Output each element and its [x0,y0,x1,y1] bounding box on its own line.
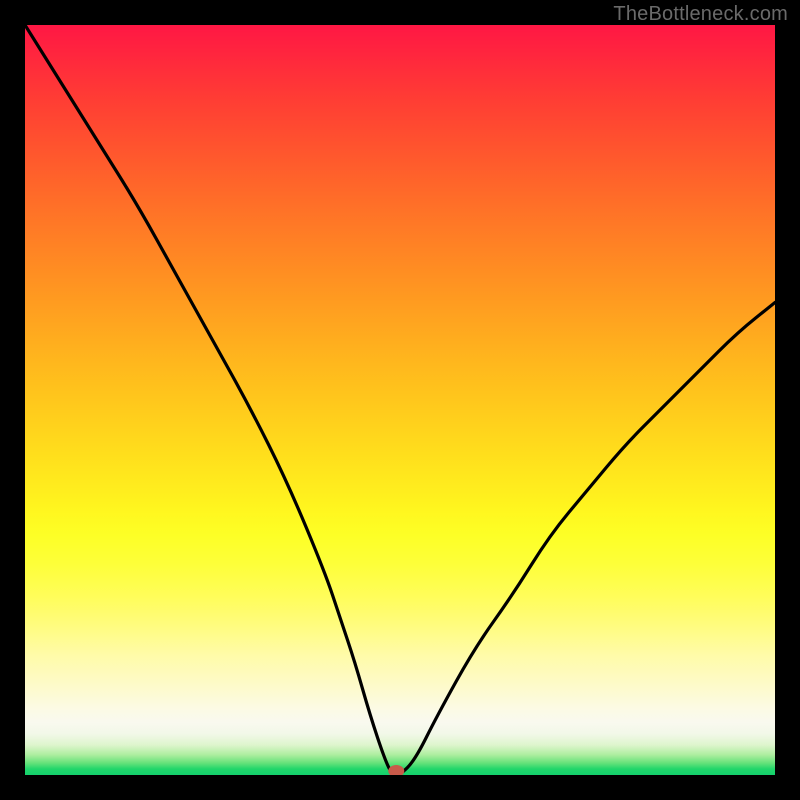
minimum-marker [388,765,404,775]
chart-frame: TheBottleneck.com [0,0,800,800]
watermark-text: TheBottleneck.com [613,3,788,26]
bottleneck-curve-svg [25,25,775,775]
bottleneck-curve [25,25,775,775]
plot-area [25,25,775,775]
